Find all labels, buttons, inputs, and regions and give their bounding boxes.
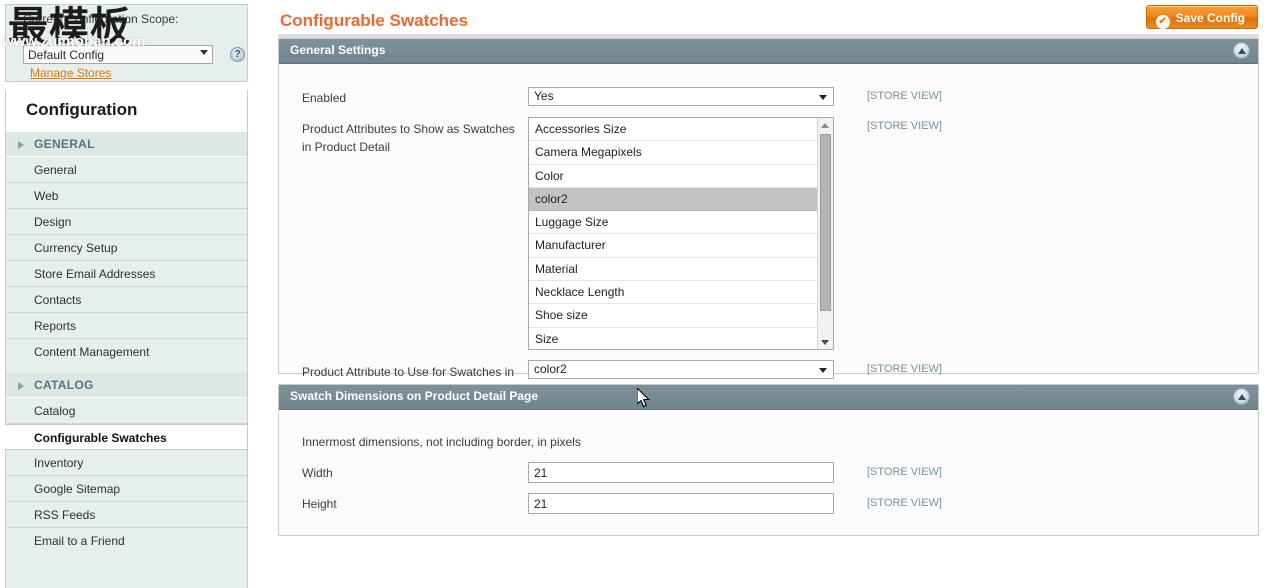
row-attributes-detail-label: Product Attributes to Show as Swatches i… bbox=[302, 122, 515, 154]
row-height-scope: [STORE VIEW] bbox=[867, 497, 942, 509]
row-width-label: Width bbox=[302, 466, 333, 480]
sidebar-item-rss-feeds[interactable]: RSS Feeds bbox=[6, 502, 247, 528]
multiselect-option[interactable]: Luggage Size bbox=[529, 211, 817, 235]
sidebar-item-currency-setup[interactable]: Currency Setup bbox=[6, 235, 247, 261]
sidebar-item-label: Inventory bbox=[34, 456, 84, 470]
scroll-up-arrow-icon[interactable] bbox=[818, 118, 833, 132]
sidebar-item-google-sitemap[interactable]: Google Sitemap bbox=[6, 476, 247, 502]
fieldset-general-settings-title: General Settings bbox=[290, 43, 386, 57]
sidebar-item-configurable-swatches[interactable]: Configurable Swatches bbox=[5, 424, 247, 450]
sidebar-item-email-to-a-friend[interactable]: Email to a Friend bbox=[6, 528, 247, 554]
multiselect-option[interactable]: Size bbox=[529, 328, 817, 349]
check-circle-icon: ✔ bbox=[1155, 15, 1170, 29]
save-config-button[interactable]: ✔ Save Config bbox=[1145, 5, 1258, 29]
sidebar-item-design[interactable]: Design bbox=[6, 209, 247, 235]
sidebar-item-label: Reports bbox=[34, 319, 77, 333]
scope-select-value: Default Config bbox=[28, 48, 105, 62]
admin-configuration-page: Current Configuration Scope: Default Con… bbox=[0, 0, 1267, 588]
sidebar-item-label: Currency Setup bbox=[34, 241, 118, 255]
fieldset-general-settings-header[interactable]: General Settings bbox=[279, 39, 1258, 64]
sidebar-item-label: General bbox=[34, 163, 77, 177]
attributes-multiselect[interactable]: Accessories Size Camera Megapixels Color co… bbox=[528, 117, 834, 350]
enabled-select-value: Yes bbox=[534, 89, 554, 103]
sidebar-item-catalog[interactable]: Catalog bbox=[6, 398, 247, 424]
sidebar-item-label: Content Management bbox=[34, 345, 150, 359]
chevron-up-icon bbox=[1238, 48, 1246, 54]
row-height-label: Height bbox=[302, 497, 337, 511]
collapse-toggle-icon[interactable] bbox=[1233, 42, 1250, 59]
sidebar-item-store-email-addresses[interactable]: Store Email Addresses bbox=[6, 261, 247, 287]
multiselect-option[interactable]: Accessories Size bbox=[529, 118, 817, 142]
chevron-right-icon bbox=[18, 382, 24, 390]
sidebar-item-inventory[interactable]: Inventory bbox=[6, 450, 247, 476]
height-input[interactable]: 21 bbox=[528, 493, 834, 514]
multiselect-option[interactable]: Camera Megapixels bbox=[529, 141, 817, 165]
sidebar-item-label: Email to a Friend bbox=[34, 534, 125, 548]
multiselect-option[interactable]: Material bbox=[529, 258, 817, 282]
row-width-scope: [STORE VIEW] bbox=[867, 466, 942, 478]
configuration-scope-panel: Current Configuration Scope: Default Con… bbox=[5, 4, 248, 82]
multiselect-option[interactable]: Color bbox=[529, 165, 817, 188]
row-attribute-listing-scope: [STORE VIEW] bbox=[867, 363, 942, 375]
sidebar-item-label: Google Sitemap bbox=[34, 482, 121, 496]
page-header: Configurable Swatches ✔ Save Config bbox=[270, 0, 1267, 38]
fieldset-swatch-dimensions: Swatch Dimensions on Product Detail Page… bbox=[278, 384, 1259, 536]
chevron-down-icon bbox=[200, 50, 208, 55]
sidebar-item-label: Catalog bbox=[34, 404, 76, 418]
row-enabled-scope: [STORE VIEW] bbox=[867, 90, 942, 102]
scrollbar-thumb[interactable] bbox=[820, 134, 831, 311]
sidebar-item-general[interactable]: General bbox=[6, 157, 247, 183]
fieldset-swatch-dimensions-title: Swatch Dimensions on Product Detail Page bbox=[290, 389, 539, 403]
sidebar-item-reports[interactable]: Reports bbox=[6, 313, 247, 339]
sidebar-item-label: Contacts bbox=[34, 293, 82, 307]
sidebar-item-web[interactable]: Web bbox=[6, 183, 247, 209]
multiselect-option[interactable]: color2 bbox=[529, 187, 817, 212]
chevron-down-icon bbox=[819, 94, 827, 100]
nav-group-general[interactable]: GENERAL bbox=[6, 132, 247, 157]
sidebar-item-label: Store Email Addresses bbox=[34, 267, 156, 281]
sidebar-item-contacts[interactable]: Contacts bbox=[6, 287, 247, 313]
row-enabled-label: Enabled bbox=[302, 91, 347, 105]
scope-label: Current Configuration Scope: bbox=[23, 12, 179, 26]
page-title: Configurable Swatches bbox=[280, 11, 468, 30]
help-icon[interactable]: ? bbox=[230, 47, 245, 62]
manage-stores-link[interactable]: Manage Stores bbox=[30, 66, 111, 80]
sidebar-item-label: RSS Feeds bbox=[34, 508, 96, 522]
multiselect-option[interactable]: Manufacturer bbox=[529, 234, 817, 258]
multiselect-option[interactable]: Necklace Length bbox=[529, 281, 817, 305]
left-column: Current Configuration Scope: Default Con… bbox=[0, 0, 255, 588]
sidebar-item-label: Web bbox=[34, 189, 59, 203]
nav-group-catalog[interactable]: CATALOG bbox=[6, 373, 247, 398]
nav-group-label: CATALOG bbox=[34, 378, 94, 392]
fieldset-swatch-dimensions-header[interactable]: Swatch Dimensions on Product Detail Page bbox=[279, 385, 1258, 410]
chevron-down-icon bbox=[819, 367, 827, 373]
enabled-select[interactable]: Yes bbox=[528, 87, 834, 106]
attribute-listing-select-value: color2 bbox=[534, 362, 567, 376]
nav-group-label: GENERAL bbox=[34, 137, 95, 151]
attributes-multiselect-list[interactable]: Accessories Size Camera Megapixels Color co… bbox=[529, 118, 817, 349]
swatch-dimensions-note: Innermost dimensions, not including bord… bbox=[302, 435, 581, 449]
nav-group-spacer bbox=[6, 365, 247, 373]
sidebar-item-label: Design bbox=[34, 215, 72, 229]
scope-select[interactable]: Default Config bbox=[23, 45, 213, 64]
multiselect-option[interactable]: Shoe size bbox=[529, 304, 817, 328]
sidebar-item-content-management[interactable]: Content Management bbox=[6, 339, 247, 365]
chevron-right-icon bbox=[18, 141, 24, 149]
fieldset-general-settings: General Settings Enabled Yes [STORE VIEW… bbox=[278, 38, 1259, 397]
configuration-heading: Configuration bbox=[5, 90, 248, 132]
content-column: Configurable Swatches ✔ Save Config Gener… bbox=[270, 0, 1267, 588]
scroll-down-arrow-icon[interactable] bbox=[818, 335, 833, 349]
configuration-nav: GENERAL General Web Design Currency Setup Sto… bbox=[5, 132, 248, 588]
row-attributes-detail-scope: [STORE VIEW] bbox=[867, 120, 942, 132]
configuration-heading-label: Configuration bbox=[26, 100, 138, 119]
attributes-multiselect-scrollbar[interactable] bbox=[817, 118, 833, 349]
sidebar-item-label: Configurable Swatches bbox=[34, 431, 167, 445]
save-config-button-label: Save Config bbox=[1175, 11, 1245, 25]
width-input[interactable]: 21 bbox=[528, 462, 834, 483]
attribute-listing-select[interactable]: color2 bbox=[528, 360, 834, 379]
collapse-toggle-icon[interactable] bbox=[1233, 388, 1250, 405]
chevron-up-icon bbox=[1238, 394, 1246, 400]
